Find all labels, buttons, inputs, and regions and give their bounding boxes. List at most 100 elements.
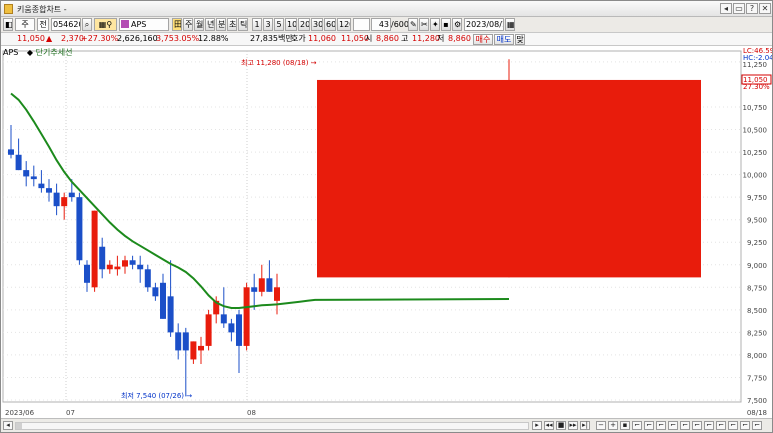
high-price: 11,280 bbox=[412, 34, 440, 43]
interval-30[interactable]: 30 bbox=[311, 18, 323, 31]
stock-code-input[interactable]: 054620 bbox=[51, 18, 81, 31]
y-tick-label: 8,750 bbox=[747, 284, 767, 292]
current-price: 11,050 bbox=[17, 34, 45, 43]
market-type-select[interactable]: 주 bbox=[15, 18, 35, 31]
interval-10[interactable]: 10 bbox=[285, 18, 297, 31]
tab-tick[interactable]: 틱 bbox=[238, 18, 248, 31]
toolbar: ◧ 주 전 054620 ⌕ ▦⚲ APS 田 주 월 년 분 초 틱 1 3 … bbox=[1, 17, 772, 33]
tab-year[interactable]: 년 bbox=[205, 18, 215, 31]
search-icon[interactable]: ⌕ bbox=[82, 18, 92, 31]
tool-button-9[interactable]: ⌐ bbox=[728, 421, 738, 430]
zoom-out-button[interactable]: − bbox=[596, 421, 606, 430]
tool-button-11[interactable]: ⌐ bbox=[752, 421, 762, 430]
fast-forward-button[interactable]: ▸▸ bbox=[568, 421, 578, 430]
y-tick-label: 7,750 bbox=[747, 374, 767, 382]
interval-60[interactable]: 60 bbox=[324, 18, 336, 31]
close-button[interactable]: ✕ bbox=[759, 3, 771, 14]
tab-second[interactable]: 초 bbox=[227, 18, 237, 31]
tool-button-8[interactable]: ⌐ bbox=[716, 421, 726, 430]
restore-back-button[interactable]: ◂ bbox=[720, 3, 732, 14]
save-icon[interactable]: ▪ bbox=[441, 18, 451, 31]
stock-name-field: APS bbox=[119, 18, 169, 31]
zoom-in-button[interactable]: + bbox=[608, 421, 618, 430]
chart-type-icon[interactable]: ◧ bbox=[3, 18, 13, 31]
tool-button-7[interactable]: ⌐ bbox=[704, 421, 714, 430]
custom-interval-input[interactable] bbox=[353, 18, 370, 31]
turnover-rate: 12.88% bbox=[198, 34, 229, 43]
up-candle bbox=[317, 79, 701, 278]
up-candle bbox=[122, 260, 128, 267]
y-tick-label: 10,250 bbox=[743, 149, 768, 157]
up-candle bbox=[243, 287, 250, 346]
tool-button-2[interactable]: ⌐ bbox=[644, 421, 654, 430]
volume: 2,626,160 bbox=[117, 34, 158, 43]
help-button[interactable]: ? bbox=[746, 3, 758, 14]
tab-month[interactable]: 월 bbox=[194, 18, 204, 31]
chart-area[interactable]: 11,250 10,750 10,500 10,250 10,000 9,750 9,500… bbox=[1, 46, 772, 418]
down-candle bbox=[53, 192, 60, 207]
y-tick-label: 9,500 bbox=[747, 217, 767, 225]
play-button[interactable]: ▸ bbox=[532, 421, 542, 430]
up-candle bbox=[114, 266, 121, 270]
tool-icon-2[interactable]: ✂ bbox=[419, 18, 429, 31]
tab-week[interactable]: 주 bbox=[183, 18, 193, 31]
ask-label: 호가 bbox=[291, 34, 306, 43]
tool-icon-3[interactable]: ✦ bbox=[430, 18, 440, 31]
interval-5[interactable]: 5 bbox=[274, 18, 284, 31]
fit-button[interactable]: ▪ bbox=[620, 421, 630, 430]
calendar-icon[interactable]: ▦ bbox=[505, 18, 515, 31]
favorite-icon[interactable]: 田 bbox=[172, 18, 182, 31]
y-tick-label: 10,000 bbox=[743, 172, 768, 180]
tool-button-4[interactable]: ⌐ bbox=[668, 421, 678, 430]
down-candle bbox=[99, 246, 106, 270]
down-candle bbox=[167, 296, 174, 333]
down-candle bbox=[8, 149, 14, 155]
tool-button-10[interactable]: ⌐ bbox=[740, 421, 750, 430]
interval-120[interactable]: 120 bbox=[337, 18, 351, 31]
maximize-button[interactable]: ▭ bbox=[733, 3, 745, 14]
x-tick-label: 2023/06 bbox=[5, 409, 35, 417]
y-tick-label: 9,000 bbox=[747, 262, 767, 270]
down-candle bbox=[84, 264, 90, 283]
chart-scrollbar[interactable] bbox=[15, 422, 529, 430]
tool-button-1[interactable]: ⌐ bbox=[632, 421, 642, 430]
extra-button[interactable]: 맞 bbox=[515, 34, 525, 45]
count-input[interactable]: 43 bbox=[371, 18, 391, 31]
up-candle bbox=[258, 278, 265, 292]
tool-button-3[interactable]: ⌐ bbox=[656, 421, 666, 430]
stop-button[interactable]: ■ bbox=[556, 421, 566, 430]
end-button[interactable]: ▸| bbox=[580, 421, 590, 430]
buy-button[interactable]: 매수 bbox=[473, 34, 493, 45]
down-candle bbox=[30, 176, 37, 180]
date-input[interactable]: 2023/08/18 bbox=[464, 18, 504, 31]
scroll-left-button[interactable]: ◂ bbox=[3, 421, 13, 430]
down-candle bbox=[220, 314, 227, 324]
rewind-button[interactable]: ◂◂ bbox=[544, 421, 554, 430]
interval-1[interactable]: 1 bbox=[252, 18, 262, 31]
stock-list-icon[interactable]: ▦⚲ bbox=[94, 18, 117, 31]
sell-button[interactable]: 매도 bbox=[494, 34, 514, 45]
settings-icon[interactable]: ⚙ bbox=[452, 18, 462, 31]
interval-3[interactable]: 3 bbox=[263, 18, 273, 31]
up-candle bbox=[205, 314, 212, 346]
up-candle bbox=[190, 341, 197, 360]
y-tick-label: 8,000 bbox=[747, 352, 767, 360]
high-label: 고 bbox=[401, 34, 409, 43]
tool-button-5[interactable]: ⌐ bbox=[680, 421, 690, 430]
down-candle bbox=[46, 188, 52, 193]
legend-stock: APS bbox=[3, 48, 19, 57]
chart-legend: APS ◆ 단기추세선 bbox=[3, 47, 72, 58]
x-tick-label: 08 bbox=[247, 409, 256, 417]
tool-icon-1[interactable]: ✎ bbox=[408, 18, 418, 31]
scroll-thumb[interactable] bbox=[16, 423, 22, 429]
tool-button-6[interactable]: ⌐ bbox=[692, 421, 702, 430]
y-tick-label: 8,500 bbox=[747, 307, 767, 315]
down-candle bbox=[68, 192, 75, 198]
interval-20[interactable]: 20 bbox=[298, 18, 310, 31]
y-tick-label: 10,500 bbox=[743, 127, 768, 135]
period-select[interactable]: 전 bbox=[37, 18, 49, 31]
price-tag: 27.30% bbox=[743, 83, 770, 91]
down-candle bbox=[15, 154, 22, 171]
down-candle bbox=[228, 323, 235, 333]
tab-minute[interactable]: 분 bbox=[216, 18, 226, 31]
